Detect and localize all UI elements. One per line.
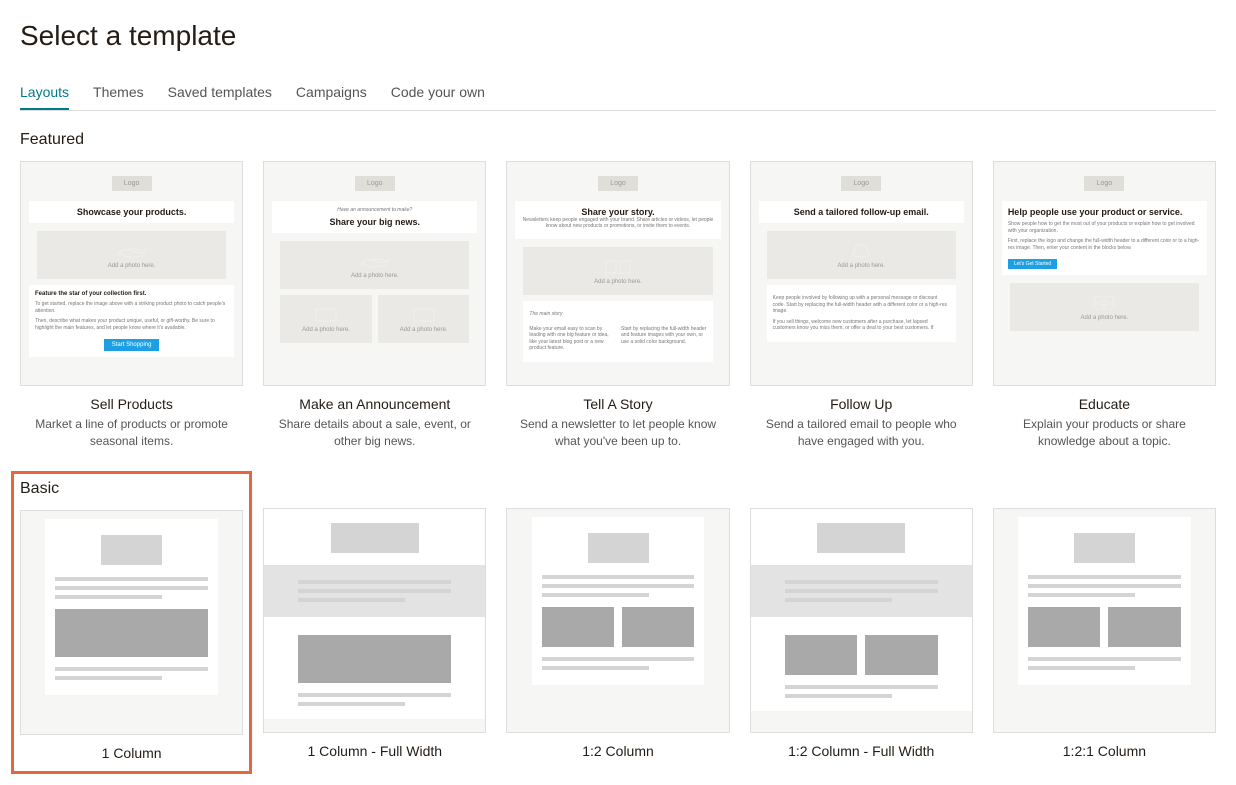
tab-campaigns[interactable]: Campaigns <box>296 76 367 110</box>
template-desc: Explain your products or share knowledge… <box>993 416 1216 450</box>
template-preview <box>750 508 973 733</box>
page-title: Select a template <box>20 20 1216 52</box>
template-educate[interactable]: Logo Help people use your product or ser… <box>993 161 1216 450</box>
template-sell-products[interactable]: Logo Showcase your products. Add a photo… <box>20 161 243 450</box>
template-desc: Share details about a sale, event, or ot… <box>263 416 486 450</box>
preview-col1: Make your email easy to scan by leading … <box>529 326 615 352</box>
template-1-column-full-width[interactable]: 1 Column - Full Width <box>263 508 486 763</box>
template-1-2-1-column[interactable]: 1:2:1 Column <box>993 508 1216 763</box>
template-preview: Logo Share your story. Newsletters keep … <box>506 161 729 386</box>
template-desc: Market a line of products or promote sea… <box>20 416 243 450</box>
photo-placeholder-text: Add a photo here. <box>47 263 216 269</box>
photo-placeholder-text: Add a photo here. <box>533 279 702 285</box>
logo-placeholder: Logo <box>598 176 638 191</box>
photo-placeholder-text: Add a photo here. <box>777 263 946 269</box>
preview-headline: Share your big news. <box>278 217 471 227</box>
preview-cta-button: Let's Get Started <box>1008 259 1057 269</box>
template-name: Make an Announcement <box>299 396 450 412</box>
preview-col2: Start by replacing the full-width header… <box>621 326 707 352</box>
template-preview: Logo Send a tailored follow-up email. Ad… <box>750 161 973 386</box>
template-name: Tell A Story <box>583 396 652 412</box>
template-preview <box>993 508 1216 733</box>
tab-code-your-own[interactable]: Code your own <box>391 76 485 110</box>
logo-placeholder: Logo <box>841 176 881 191</box>
template-name: Follow Up <box>830 396 892 412</box>
template-desc: Send a newsletter to let people know wha… <box>506 416 729 450</box>
photo-placeholder-text: Add a photo here. <box>388 327 460 333</box>
template-preview: Logo Showcase your products. Add a photo… <box>20 161 243 386</box>
tab-themes[interactable]: Themes <box>93 76 144 110</box>
featured-grid: Logo Showcase your products. Add a photo… <box>20 161 1216 450</box>
tab-layouts[interactable]: Layouts <box>20 76 69 110</box>
preview-headline: Share your story. <box>521 207 714 217</box>
preview-cta-button: Start Shopping <box>104 339 160 351</box>
logo-placeholder: Logo <box>1084 176 1124 191</box>
template-preview <box>20 510 243 735</box>
template-name: Educate <box>1079 396 1130 412</box>
template-follow-up[interactable]: Logo Send a tailored follow-up email. Ad… <box>750 161 973 450</box>
preview-subhead: Newsletters keep people engaged with you… <box>521 217 714 229</box>
template-1-2-column[interactable]: 1:2 Column <box>506 508 729 763</box>
preview-body-title: Feature the star of your collection firs… <box>35 291 228 297</box>
highlighted-basic-template: Basic 1 Column <box>11 471 252 774</box>
tabs: Layouts Themes Saved templates Campaigns… <box>20 76 1216 111</box>
preview-body: Show people how to get the most out of y… <box>1008 221 1201 234</box>
template-name: 1:2 Column <box>582 743 654 759</box>
photo-placeholder-text: Add a photo here. <box>1020 315 1189 321</box>
template-name: 1:2:1 Column <box>1063 743 1146 759</box>
basic-section-title: Basic <box>20 480 243 498</box>
template-name: 1 Column - Full Width <box>308 743 443 759</box>
template-1-column[interactable]: 1 Column <box>20 510 243 765</box>
template-name: Sell Products <box>90 396 172 412</box>
template-preview: Logo Have an announcement to make? Share… <box>263 161 486 386</box>
tab-saved-templates[interactable]: Saved templates <box>168 76 272 110</box>
template-name: 1:2 Column - Full Width <box>788 743 934 759</box>
preview-body: To get started, replace the image above … <box>35 301 228 314</box>
logo-placeholder: Logo <box>355 176 395 191</box>
template-tell-a-story[interactable]: Logo Share your story. Newsletters keep … <box>506 161 729 450</box>
preview-headline: Help people use your product or service. <box>1008 207 1201 217</box>
template-1-2-column-full-width[interactable]: 1:2 Column - Full Width <box>750 508 973 763</box>
preview-body: Then, describe what makes your product u… <box>35 318 228 331</box>
template-preview <box>506 508 729 733</box>
featured-section-title: Featured <box>20 131 1216 149</box>
template-preview: Logo Help people use your product or ser… <box>993 161 1216 386</box>
template-desc: Send a tailored email to people who have… <box>750 416 973 450</box>
preview-body: If you sell things, welcome new customer… <box>773 319 950 332</box>
photo-placeholder-text: Add a photo here. <box>290 327 362 333</box>
preview-body: Keep people involved by following up wit… <box>773 295 950 315</box>
preview-headline: Showcase your products. <box>35 207 228 217</box>
preview-headline: Send a tailored follow-up email. <box>765 207 958 217</box>
photo-placeholder-text: Add a photo here. <box>290 273 459 279</box>
template-make-announcement[interactable]: Logo Have an announcement to make? Share… <box>263 161 486 450</box>
preview-body: First, replace the logo and change the f… <box>1008 238 1201 251</box>
preview-story-label: The main story <box>529 311 706 318</box>
template-preview <box>263 508 486 733</box>
template-name: 1 Column <box>102 745 162 761</box>
preview-subhead: Have an announcement to make? <box>278 207 471 213</box>
logo-placeholder: Logo <box>112 176 152 191</box>
